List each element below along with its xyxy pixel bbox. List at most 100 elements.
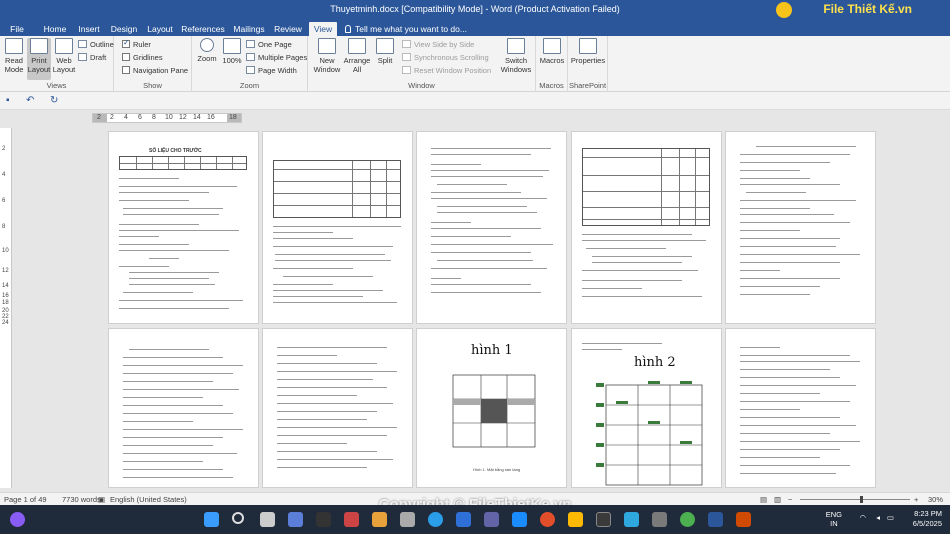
tab-review[interactable]: Review (272, 22, 304, 36)
task-view-icon[interactable] (260, 512, 275, 527)
outline-button[interactable]: Outline (78, 40, 114, 49)
tab-design[interactable]: Design (108, 22, 140, 36)
undo-icon[interactable]: ↶ (26, 95, 34, 106)
brand-logo-text: File Thiết Kế.vn (823, 2, 912, 16)
multiple-pages-button[interactable]: Multiple Pages (246, 53, 307, 62)
new-window-button[interactable]: New Window (312, 38, 342, 74)
app-icon[interactable] (596, 512, 611, 527)
page-6[interactable] (108, 328, 259, 488)
brand-logo-icon (776, 2, 792, 18)
page-1-table (119, 156, 247, 170)
web-layout-button[interactable]: Web Layout (52, 38, 76, 74)
app-icon[interactable] (344, 512, 359, 527)
input-language[interactable]: ENG IN (826, 510, 842, 528)
page-4[interactable] (571, 131, 722, 324)
ruler-checkbox[interactable]: Ruler (122, 38, 151, 49)
app-icon[interactable] (568, 512, 583, 527)
group-window: New Window Arrange All Split View Side b… (308, 36, 536, 92)
group-macros: Macros Macros (536, 36, 568, 92)
vruler-mark: 12 (2, 268, 9, 274)
page-4-table (582, 148, 710, 226)
tab-view[interactable]: View (309, 22, 337, 36)
page-5[interactable] (725, 131, 876, 324)
navigation-pane-label: Navigation Pane (133, 66, 189, 75)
app-icon[interactable] (540, 512, 555, 527)
checkbox-checked-icon (122, 38, 130, 48)
read-mode-button[interactable]: Read Mode (2, 38, 26, 74)
zoom-100-button[interactable]: 100% (220, 38, 244, 65)
app-icon[interactable] (512, 512, 527, 527)
page-10[interactable] (725, 328, 876, 488)
chrome-icon[interactable] (680, 512, 695, 527)
tab-references[interactable]: References (180, 22, 226, 36)
tab-layout[interactable]: Layout (144, 22, 176, 36)
file-explorer-icon[interactable] (372, 512, 387, 527)
clock[interactable]: 8:23 PM 6/5/2025 (913, 509, 942, 529)
macros-button[interactable]: Macros (538, 38, 566, 65)
app-icon[interactable] (400, 512, 415, 527)
synchronous-scrolling-button[interactable]: Synchronous Scrolling (402, 53, 489, 62)
draft-label: Draft (90, 53, 107, 62)
word-icon[interactable] (708, 512, 723, 527)
print-layout-button[interactable]: Print Layout (27, 38, 51, 80)
tab-home[interactable]: Home (40, 22, 70, 36)
volume-icon[interactable]: ◂ (876, 513, 880, 522)
battery-icon[interactable]: ▭ (887, 513, 894, 522)
group-views: Read Mode Print Layout Web Layout Outlin… (0, 36, 114, 92)
floor-plan-drawing (452, 374, 536, 448)
edge-browser-icon[interactable] (428, 512, 443, 527)
search-icon[interactable] (232, 512, 244, 524)
save-icon[interactable]: ▪ (6, 95, 10, 106)
vruler-mark: 4 (2, 172, 6, 178)
wifi-icon[interactable]: ◠ (859, 513, 866, 522)
vruler-mark: 18 (2, 300, 9, 306)
figure-1-title: hình 1 (471, 343, 513, 358)
switch-windows-button[interactable]: Switch Windows (498, 38, 534, 74)
multiple-pages-label: Multiple Pages (258, 53, 308, 62)
read-mode-label: Read Mode (4, 56, 24, 74)
macros-group-label: Macros (539, 81, 564, 90)
document-canvas[interactable]: SỐ LIỆU CHO TRƯỚC hình 1 Hình 1. Mặt bằn… (14, 128, 950, 488)
app-icon[interactable] (456, 512, 471, 527)
redo-icon[interactable]: ↻ (50, 95, 58, 106)
app-icon[interactable] (288, 512, 303, 527)
properties-icon (579, 38, 597, 54)
page-3[interactable] (416, 131, 567, 324)
app-icon[interactable] (316, 512, 331, 527)
one-page-button[interactable]: One Page (246, 40, 292, 49)
tab-insert[interactable]: Insert (74, 22, 104, 36)
start-menu-icon[interactable] (204, 512, 219, 527)
draft-button[interactable]: Draft (78, 53, 106, 62)
reset-window-position-button[interactable]: Reset Window Position (402, 66, 491, 75)
zoom-button[interactable]: Zoom (195, 38, 219, 63)
horizontal-ruler[interactable]: 2 2 4 6 8 10 12 14 16 18 (92, 113, 242, 123)
gridlines-checkbox[interactable]: Gridlines (122, 53, 163, 62)
page-2-table (273, 160, 401, 218)
vruler-mark: 16 (2, 293, 9, 299)
app-icon[interactable] (624, 512, 639, 527)
one-page-icon (246, 40, 255, 48)
view-side-by-side-button[interactable]: View Side by Side (402, 40, 474, 49)
outline-icon (78, 40, 87, 48)
page-width-button[interactable]: Page Width (246, 66, 297, 75)
page-9-figure-2[interactable]: hình 2 (571, 328, 722, 488)
page-1[interactable]: SỐ LIỆU CHO TRƯỚC (108, 131, 259, 324)
split-button[interactable]: Split (372, 38, 398, 65)
tab-mailings[interactable]: Mailings (230, 22, 268, 36)
teams-icon[interactable] (484, 512, 499, 527)
arrange-all-button[interactable]: Arrange All (343, 38, 371, 74)
app-icon[interactable] (652, 512, 667, 527)
tell-me-box[interactable]: Tell me what you want to do... (345, 22, 467, 36)
properties-button[interactable]: Properties (570, 38, 606, 65)
page-2[interactable] (262, 131, 413, 324)
tell-me-text: Tell me what you want to do... (355, 24, 467, 34)
read-mode-icon (5, 38, 23, 54)
vertical-ruler[interactable]: 2 4 6 8 10 12 14 16 18 20 22 24 (0, 128, 12, 488)
navigation-pane-checkbox[interactable]: Navigation Pane (122, 66, 188, 75)
page-8-figure-1[interactable]: hình 1 Hình 1. Mặt bằng sàn tầng (416, 328, 567, 488)
page-width-label: Page Width (258, 66, 297, 75)
app-icon[interactable] (736, 512, 751, 527)
tab-file[interactable]: File (4, 22, 30, 36)
widgets-icon[interactable] (10, 512, 25, 527)
page-7[interactable] (262, 328, 413, 488)
